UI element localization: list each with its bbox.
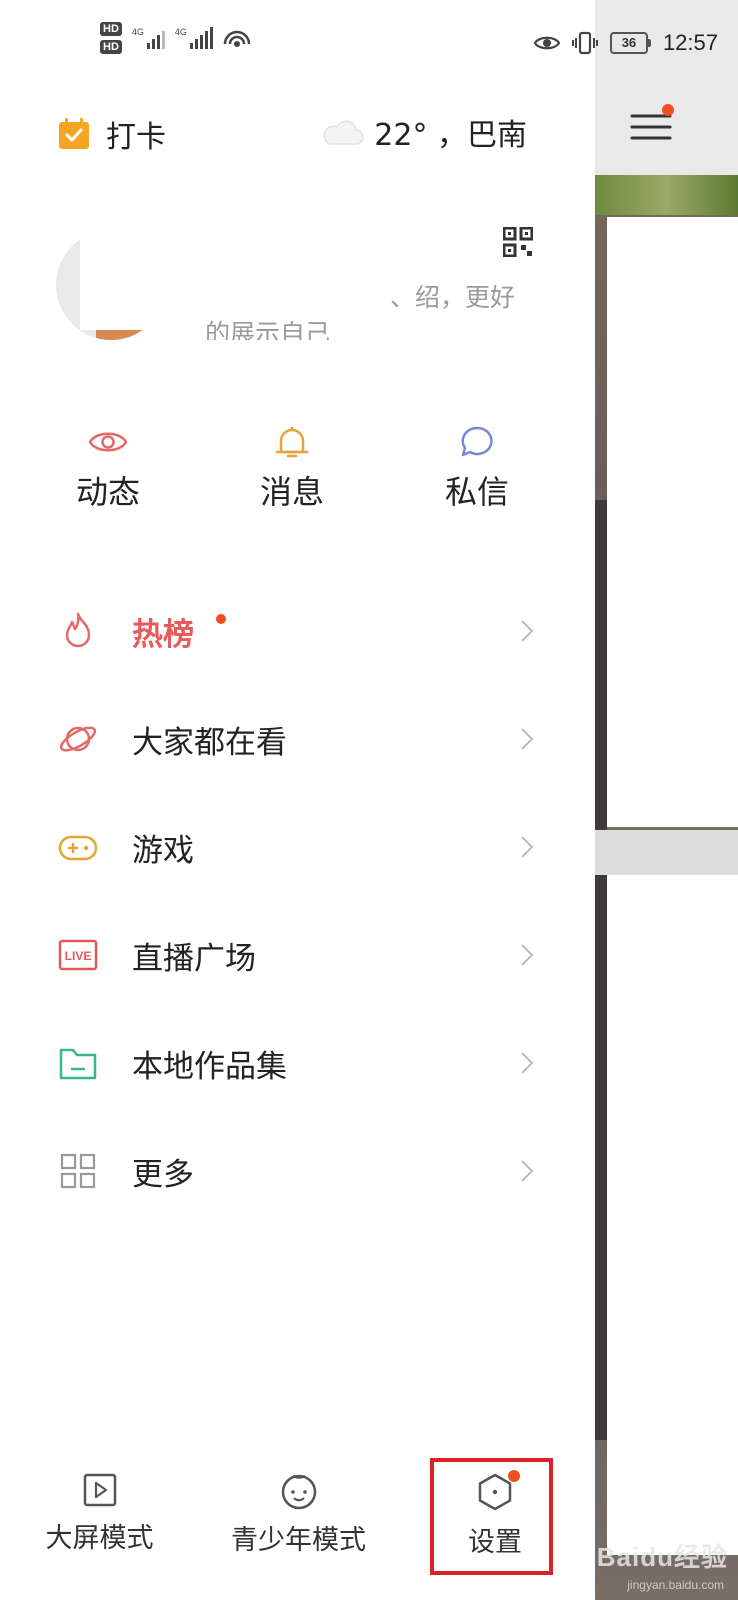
chat-bubble-icon	[461, 426, 493, 457]
menu-item-games[interactable]: 游戏	[0, 793, 595, 901]
qr-code-icon[interactable]	[502, 226, 534, 261]
feed-card[interactable]	[607, 875, 738, 1555]
chevron-right-icon	[521, 1160, 534, 1182]
battery-level: 36	[609, 32, 648, 54]
eye-icon	[88, 432, 128, 452]
battery-indicator: 36	[609, 32, 651, 54]
network-type-2: 4G	[174, 27, 187, 37]
redacted-area	[80, 210, 380, 330]
menu-item-label: 游戏	[132, 832, 194, 869]
bell-icon	[275, 427, 309, 458]
hot-list-notification-dot	[216, 614, 226, 624]
chevron-right-icon	[521, 620, 534, 642]
chevron-right-icon	[521, 1052, 534, 1074]
hd-badge-1: HD	[100, 22, 122, 36]
menu-item-label: 大家都在看	[132, 724, 287, 761]
menu-hamburger-icon[interactable]	[630, 104, 674, 148]
chevron-right-icon	[521, 944, 534, 966]
menu-item-local-works[interactable]: 本地作品集	[0, 1009, 595, 1117]
youth-mode-button[interactable]: 青少年模式	[226, 1472, 371, 1557]
clock: 12:57	[662, 30, 718, 55]
watermark-logo: Baidu经验	[596, 1542, 728, 1572]
gamepad-icon	[58, 835, 98, 861]
checkin-label: 打卡	[106, 120, 166, 155]
background-feed: Baidu经验 jingyan.baidu.com	[595, 0, 738, 1600]
hd-indicators: HD HD	[100, 22, 122, 54]
settings-button[interactable]: 设置	[455, 1470, 535, 1559]
child-face-icon	[281, 1474, 316, 1510]
status-right: 36 12:57	[533, 30, 718, 56]
menu-item-label: 更多	[132, 1156, 194, 1193]
menu-item-live-plaza[interactable]: LIVE 直播广场	[0, 901, 595, 1009]
vibrate-icon	[571, 31, 598, 55]
drawer-topbar: 打卡 22° ，巴南	[0, 100, 595, 160]
cloud-icon	[323, 120, 365, 145]
signal-2: 4G	[175, 27, 213, 49]
checkin-button[interactable]: 打卡	[58, 112, 166, 156]
feed-image-strip	[595, 175, 738, 215]
status-bar: HD HD 4G 4G 36 12:57	[0, 0, 738, 90]
planet-icon	[59, 726, 97, 752]
weather-widget[interactable]: 22° ，巴南	[320, 110, 527, 154]
watermark-url: jingyan.baidu.com	[627, 1578, 724, 1592]
bottom-item-label: 大屏模式	[45, 1523, 154, 1554]
quick-action-label: 消息	[259, 473, 324, 511]
menu-item-label: 热榜	[132, 616, 194, 653]
drawer-menu: 热榜 大家都在看 游戏 LIVE 直播广场 本地作品集 更多	[0, 577, 595, 1225]
big-screen-mode-button[interactable]: 大屏模式	[42, 1472, 157, 1555]
hd-badge-2: HD	[100, 40, 122, 54]
profile-section[interactable]: 、绍，更好 的展示自己	[0, 210, 595, 370]
hotspot-icon	[223, 30, 251, 47]
quick-actions: 动态 消息 私信	[0, 425, 595, 535]
quick-action-feed[interactable]: 动态	[48, 425, 168, 513]
settings-notification-dot	[508, 1470, 520, 1482]
svg-text:LIVE: LIVE	[65, 949, 92, 963]
chevron-right-icon	[521, 728, 534, 750]
calendar-check-icon	[59, 118, 89, 149]
weather-text: 22° ，巴南	[374, 118, 527, 153]
live-icon: LIVE	[58, 939, 98, 971]
profile-bio-line1: 、绍，更好	[389, 283, 515, 312]
side-drawer: 打卡 22° ，巴南 、绍，更好 的展示自己 动态 消息 私信 热榜 大家都在看…	[0, 0, 595, 1600]
profile-bio-line2: 的展示自己	[205, 319, 331, 340]
eye-comfort-icon	[533, 36, 560, 50]
menu-item-label: 直播广场	[132, 940, 256, 977]
quick-action-label: 私信	[444, 473, 509, 511]
status-left: HD HD 4G 4G	[100, 22, 251, 54]
feed-card[interactable]	[607, 217, 738, 827]
play-screen-icon	[83, 1473, 116, 1507]
quick-action-messages[interactable]: 消息	[232, 425, 352, 513]
drawer-bottom-bar: 大屏模式 青少年模式 设置	[0, 1460, 595, 1580]
quick-action-private-messages[interactable]: 私信	[417, 425, 537, 513]
menu-item-label: 本地作品集	[132, 1048, 287, 1085]
menu-item-everyone-watching[interactable]: 大家都在看	[0, 685, 595, 793]
menu-notification-dot	[662, 104, 674, 116]
bottom-item-label: 青少年模式	[231, 1525, 366, 1556]
signal-bars-icon	[189, 27, 213, 49]
folder-icon	[59, 1048, 97, 1080]
menu-item-more[interactable]: 更多	[0, 1117, 595, 1225]
bottom-item-label: 设置	[468, 1527, 522, 1558]
chevron-right-icon	[521, 836, 534, 858]
menu-item-hot-list[interactable]: 热榜	[0, 577, 595, 685]
quick-action-label: 动态	[75, 473, 140, 511]
signal-1: 4G	[132, 27, 165, 49]
network-type-1: 4G	[131, 27, 144, 37]
signal-bars-icon	[146, 27, 165, 49]
grid-icon	[60, 1153, 96, 1189]
flame-icon	[65, 612, 91, 648]
